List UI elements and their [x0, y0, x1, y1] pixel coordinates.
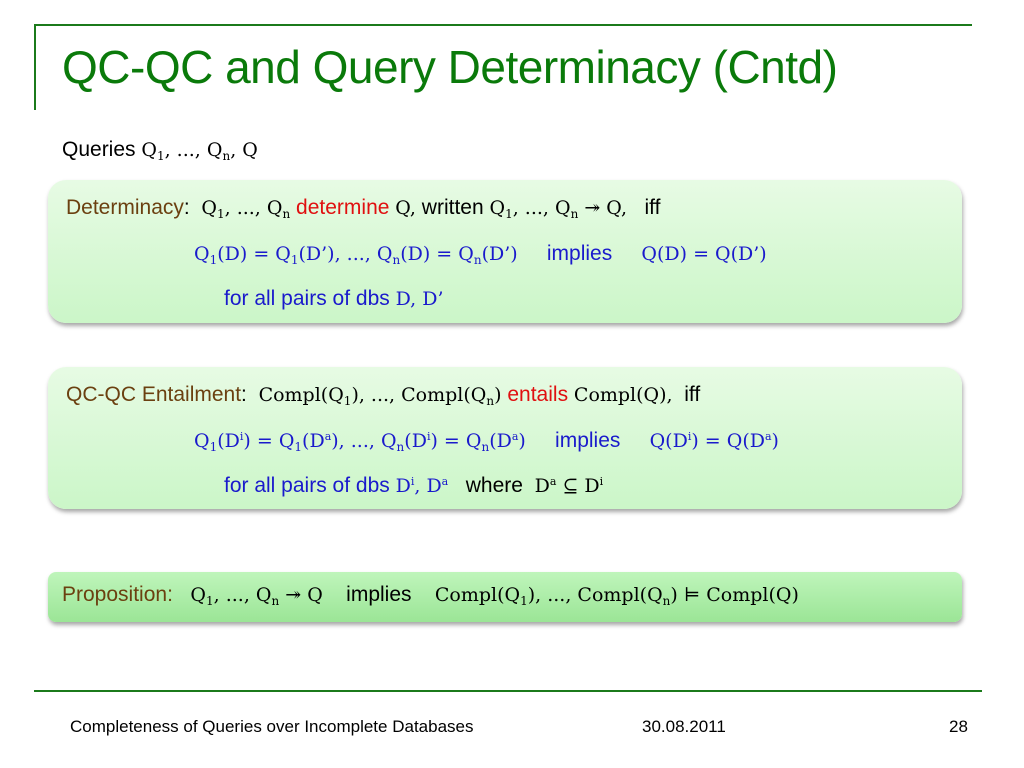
footer-title: Completeness of Queries over Incomplete …	[70, 717, 474, 736]
entailment-box: QC-QC Entailment: Compl(Q1), ..., Compl(…	[48, 367, 962, 509]
proposition-line: Proposition: Q1, ..., Qn ↠ Q implies Com…	[62, 583, 799, 608]
footer-rule	[34, 690, 982, 692]
determinacy-lhs: Q1, ..., Qn	[201, 197, 291, 221]
determinacy-scope-line: for all pairs of dbs D, D’	[224, 287, 444, 310]
entailment-condition: Q1(Di) = Q1(Da), ..., Qn(Di) = Qn(Da)	[194, 430, 526, 454]
determinacy-condition-line: Q1(D) = Q1(D’), ..., Qn(D) = Qn(D’) impl…	[194, 242, 767, 267]
queries-label: Queries	[62, 138, 136, 161]
determinacy-result: Q(D) = Q(D’)	[641, 243, 767, 265]
entailment-subset: Da ⊆ Di	[534, 475, 604, 497]
title-frame-top-rule	[34, 24, 972, 26]
slide-title: QC-QC and Query Determinacy (Cntd)	[62, 41, 838, 93]
determine-keyword: determine	[296, 196, 390, 219]
determinacy-label: Determinacy	[66, 196, 184, 219]
footer-date: 30.08.2011	[642, 717, 726, 736]
title-frame-left-rule	[34, 24, 36, 110]
entailment-dbs: Di, Da	[395, 475, 449, 497]
determinacy-definition-line: Determinacy: Q1, ..., Qn determine Q, wr…	[66, 196, 661, 221]
proposition-rhs: Compl(Q1), ..., Compl(Qn) ⊨ Compl(Q)	[434, 584, 799, 608]
entailment-scope-line: for all pairs of dbs Di, Da where Da ⊆ D…	[224, 474, 604, 497]
determinacy-notation: Q1, ..., Qn ↠ Q,	[489, 197, 627, 221]
proposition-box: Proposition: Q1, ..., Qn ↠ Q implies Com…	[48, 572, 962, 622]
queries-line: Queries Q1, ..., Qn, Q	[62, 138, 258, 162]
proposition-lhs: Q1, ..., Qn ↠ Q	[190, 584, 323, 608]
determinacy-condition: Q1(D) = Q1(D’), ..., Qn(D) = Qn(D’)	[194, 243, 518, 267]
entailment-definition-line: QC-QC Entailment: Compl(Q1), ..., Compl(…	[66, 383, 701, 408]
proposition-label: Proposition	[62, 583, 168, 606]
entailment-result: Q(Di) = Q(Da)	[649, 430, 779, 452]
entails-keyword: entails	[507, 383, 569, 406]
entailment-label: QC-QC Entailment	[66, 383, 242, 406]
determinacy-box: Determinacy: Q1, ..., Qn determine Q, wr…	[48, 180, 962, 323]
page-number: 28	[949, 717, 968, 736]
entailment-condition-line: Q1(Di) = Q1(Da), ..., Qn(Di) = Qn(Da) im…	[194, 429, 779, 454]
entailment-lhs: Compl(Q1), ..., Compl(Qn)	[258, 384, 502, 408]
queries-formula: Q1, ..., Qn, Q	[141, 139, 258, 163]
